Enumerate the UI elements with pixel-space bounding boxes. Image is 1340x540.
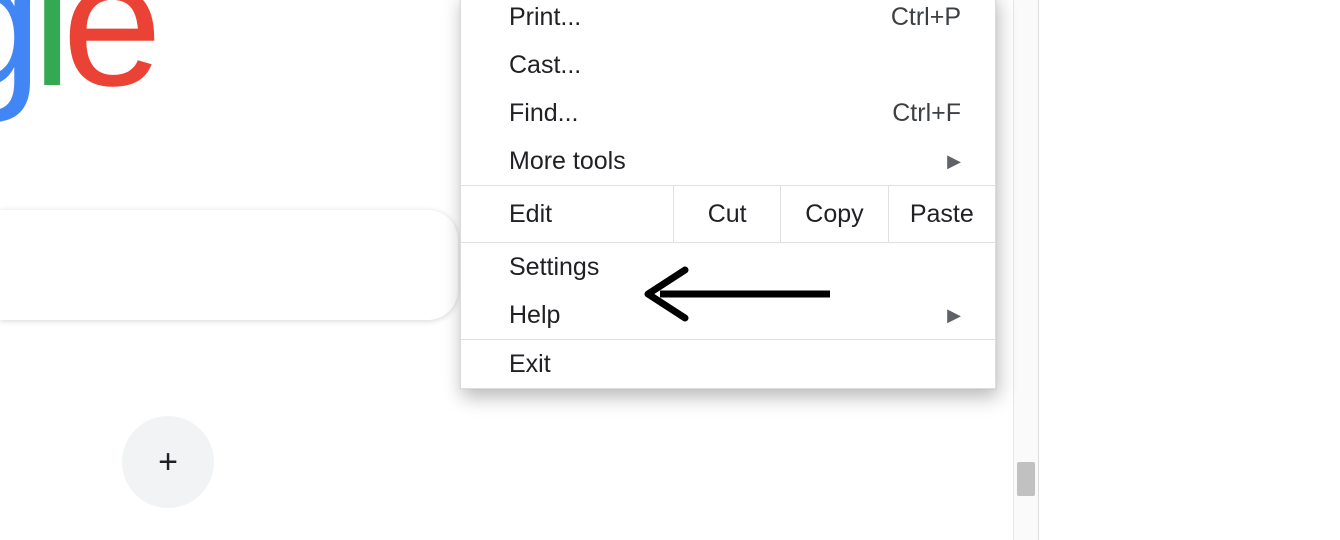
menu-item-more-tools[interactable]: More tools ▶	[461, 137, 995, 185]
scrollbar-border	[1013, 0, 1014, 540]
plus-icon: +	[158, 443, 178, 482]
menu-item-label: Find...	[509, 99, 578, 128]
search-box-partial[interactable]	[0, 210, 458, 320]
menu-item-settings[interactable]: Settings	[461, 243, 995, 291]
right-gutter	[1038, 0, 1340, 540]
scrollbar-track[interactable]	[1014, 0, 1038, 540]
menu-item-label: Help	[509, 301, 560, 330]
add-shortcut-button[interactable]: +	[122, 416, 214, 508]
gutter-separator	[1038, 0, 1039, 540]
menu-item-cast[interactable]: Cast...	[461, 41, 995, 89]
menu-item-label: More tools	[509, 147, 626, 176]
edit-copy-button[interactable]: Copy	[780, 186, 887, 242]
submenu-arrow-icon: ▶	[947, 305, 961, 326]
menu-item-shortcut: Ctrl+F	[892, 99, 961, 128]
menu-item-label: Settings	[509, 253, 599, 282]
menu-item-label: Cast...	[509, 51, 581, 80]
logo-letter-g: g	[0, 0, 32, 127]
logo-letter-e: e	[62, 0, 152, 127]
menu-edit-label: Edit	[461, 186, 673, 242]
menu-item-shortcut: Ctrl+P	[891, 3, 961, 32]
page-root: gle + Print... Ctrl+P Cast... Find... Ct…	[0, 0, 1340, 540]
menu-item-exit[interactable]: Exit	[461, 340, 995, 388]
menu-item-label: Print...	[509, 3, 581, 32]
scrollbar-thumb[interactable]	[1017, 462, 1035, 496]
menu-edit-row: Edit Cut Copy Paste	[461, 185, 995, 243]
menu-item-find[interactable]: Find... Ctrl+F	[461, 89, 995, 137]
submenu-arrow-icon: ▶	[947, 151, 961, 172]
google-logo-partial: gle	[0, 0, 152, 127]
menu-item-print[interactable]: Print... Ctrl+P	[461, 0, 995, 41]
logo-letter-l: l	[32, 0, 62, 127]
menu-item-label: Exit	[509, 350, 551, 379]
edit-cut-button[interactable]: Cut	[673, 186, 780, 242]
chrome-context-menu: Print... Ctrl+P Cast... Find... Ctrl+F M…	[460, 0, 996, 389]
edit-paste-button[interactable]: Paste	[888, 186, 995, 242]
menu-item-help[interactable]: Help ▶	[461, 291, 995, 339]
